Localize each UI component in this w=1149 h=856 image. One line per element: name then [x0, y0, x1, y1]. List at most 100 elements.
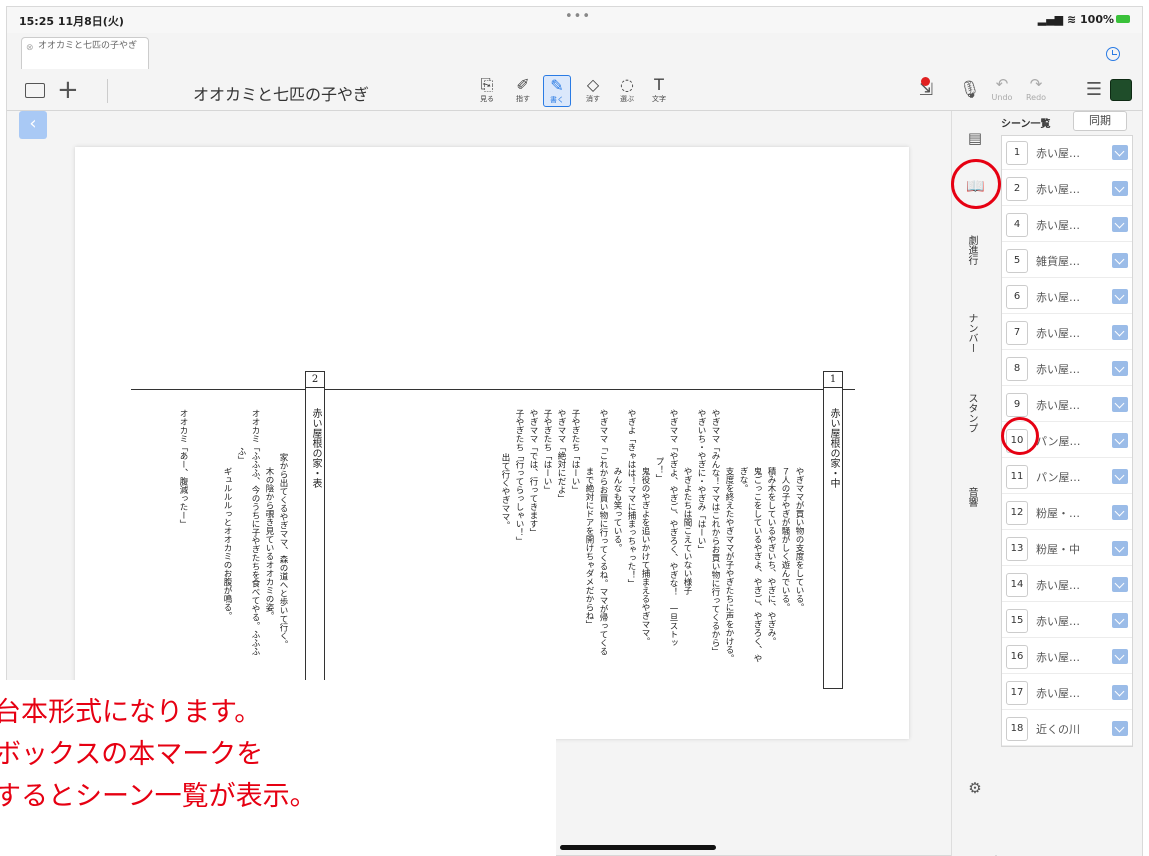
script-line: 子やぎたち「はーい」 [570, 409, 580, 494]
script-line: オオカミ「あー、腹減ったー」 [178, 409, 188, 528]
script-line: 支度を終えたやぎママが子やぎたちに声をかける。 [724, 467, 734, 663]
script-line: ７人の子やぎが騒がしく遊んでいる。 [780, 467, 790, 612]
annotation-caption: 台本形式になります。 ボックスの本マークを するとシーン一覧が表示。 [0, 680, 556, 856]
scene-number-badge: 2 [1006, 177, 1028, 201]
script-line: やぎママが買い物の支度をしている。 [794, 467, 804, 612]
scene-name: 赤い屋… [1036, 291, 1080, 304]
tool-view[interactable]: ⎘ 見る [473, 75, 501, 107]
scene-name: 雑貨屋… [1036, 255, 1080, 268]
settings-icon[interactable]: ⚙ [966, 779, 984, 797]
script-page[interactable]: 1 赤い屋根の家・中 2 赤い屋根の家・表 やぎママが買い物の支度をしている。 … [75, 147, 909, 739]
chevron-down-icon[interactable] [1112, 181, 1128, 196]
scene-list-item[interactable]: 8 赤い屋… [1002, 352, 1132, 386]
status-signal: ▂▄▆ ≋ 100% [1037, 13, 1114, 26]
script-line: やぎママ「では、行ってきます」 [528, 409, 538, 537]
scene-list-item[interactable]: 7 赤い屋… [1002, 316, 1132, 350]
history-clock-icon[interactable] [1106, 47, 1120, 61]
chevron-down-icon[interactable] [1112, 721, 1128, 736]
user-avatar[interactable] [1110, 79, 1132, 101]
pen-icon: ✎ [550, 76, 564, 95]
menu-icon[interactable]: ☰ [1086, 79, 1102, 100]
scene-list-item[interactable]: 6 赤い屋… [1002, 280, 1132, 314]
folder-icon[interactable] [25, 83, 45, 98]
redo-icon: ↷ [1029, 75, 1043, 93]
chevron-down-icon[interactable] [1112, 541, 1128, 556]
side-tab-sound[interactable]: 音響 [964, 487, 979, 507]
chevron-down-icon[interactable] [1112, 145, 1128, 160]
chevron-down-icon[interactable] [1112, 469, 1128, 484]
redo-button[interactable]: ↷ Redo [1021, 75, 1051, 103]
script-line: 鬼役のやぎよを追いかけて捕まえるやぎママ。 [640, 467, 650, 646]
settings-panel-icon[interactable]: ▤ [966, 129, 984, 147]
scene-list-item[interactable]: 16 赤い屋… [1002, 640, 1132, 674]
chevron-down-icon[interactable] [1112, 361, 1128, 376]
tool-text[interactable]: T 文字 [645, 75, 673, 107]
scene-name: 赤い屋… [1036, 147, 1080, 160]
chevron-down-icon[interactable] [1112, 577, 1128, 592]
scene-list-item[interactable]: 17 赤い屋… [1002, 676, 1132, 710]
scene-list-item[interactable]: 11 パン屋… [1002, 460, 1132, 494]
scene-list-item[interactable]: 14 赤い屋… [1002, 568, 1132, 602]
sync-button[interactable]: 同期 [1073, 111, 1127, 131]
chevron-down-icon[interactable] [1112, 253, 1128, 268]
chevron-down-icon[interactable] [1112, 325, 1128, 340]
microphone-icon[interactable]: 🎙 [959, 79, 981, 101]
chevron-down-icon[interactable] [1112, 505, 1128, 520]
side-tab-number[interactable]: ナンバー [964, 313, 979, 353]
scene-list-item[interactable]: 18 近くの川 [1002, 712, 1132, 746]
add-icon[interactable]: + [57, 75, 79, 105]
scene-number: 1 [824, 372, 842, 388]
scene-number-badge: 12 [1006, 501, 1028, 525]
tool-select[interactable]: ◌ 選ぶ [613, 75, 641, 107]
scene-name: 赤い屋… [1036, 219, 1080, 232]
scene-list-panel: シーン一覧 同期 1 赤い屋… 2 赤い屋… 4 赤い屋… 5 雑貨屋… 6 赤い屋… 7 赤い屋… 8… [997, 111, 1142, 856]
export-icon[interactable]: ⇲ [919, 77, 933, 101]
undo-button[interactable]: ↶ Undo [987, 75, 1017, 103]
script-line: やぎよ「きゃはは！ママに捕まっちゃった！」 [626, 409, 636, 588]
scene-list-item[interactable]: 13 粉屋・中 [1002, 532, 1132, 566]
scene-list-item[interactable]: 1 赤い屋… [1002, 136, 1132, 170]
chevron-down-icon[interactable] [1112, 289, 1128, 304]
scene-list-item[interactable]: 4 赤い屋… [1002, 208, 1132, 242]
scene-number-badge: 11 [1006, 465, 1028, 489]
chevron-down-icon[interactable] [1112, 613, 1128, 628]
scene-list-item[interactable]: 2 赤い屋… [1002, 172, 1132, 206]
document-tab[interactable]: ⊗ オオカミと七匹の子やぎ [21, 37, 149, 69]
scene-list-item[interactable]: 15 赤い屋… [1002, 604, 1132, 638]
chevron-down-icon[interactable] [1112, 397, 1128, 412]
document-title: オオカミと七匹の子やぎ [193, 85, 370, 104]
chevron-down-icon[interactable] [1112, 217, 1128, 232]
scene-name: 赤い屋… [1036, 363, 1080, 376]
scene-heading-1: 1 赤い屋根の家・中 [823, 371, 843, 689]
scene-number-badge: 18 [1006, 717, 1028, 741]
script-line: 子やぎたち「はーい」 [542, 409, 552, 494]
view-icon: ⎘ [480, 75, 494, 94]
tool-erase[interactable]: ◇ 消す [579, 75, 607, 107]
tool-point[interactable]: ✐ 指す [509, 75, 537, 107]
multitask-dots[interactable]: ••• [565, 9, 591, 24]
scene-number-badge: 7 [1006, 321, 1028, 345]
scene-number-badge: 1 [1006, 141, 1028, 165]
script-line: ギュルルルっとオオカミのお腹が鳴る。 [222, 467, 232, 620]
scene-name: 赤い屋… [1036, 399, 1080, 412]
script-line: オオカミ「ふふふ、今のうちに子やぎたちを食べてやる。ふふふ [250, 409, 260, 656]
scene-list-item[interactable]: 5 雑貨屋… [1002, 244, 1132, 278]
side-tab-progress[interactable]: 劇進行 [964, 235, 979, 265]
main-toolbar: + オオカミと七匹の子やぎ ⎘ 見る ✐ 指す ✎ 書く ◇ 消す ◌ 選ぶ T 文字 ⇲ … [7, 71, 1142, 111]
scene-name: 赤い屋… [1036, 615, 1080, 628]
side-tab-stamp[interactable]: スタンプ [964, 393, 979, 433]
script-line: 家から出てくるやぎママ、森の道へと歩いて行く。 [278, 453, 288, 649]
scene-number-badge: 15 [1006, 609, 1028, 633]
scene-list-item[interactable]: 12 粉屋・… [1002, 496, 1132, 530]
close-tab-icon[interactable]: ⊗ [26, 43, 34, 54]
toolbar-divider [107, 79, 108, 103]
document-tab-bar: ⊗ オオカミと七匹の子やぎ [7, 33, 1142, 71]
tool-write[interactable]: ✎ 書く [543, 75, 571, 107]
back-button[interactable]: ‹ [19, 111, 47, 139]
chevron-down-icon[interactable] [1112, 649, 1128, 664]
script-line: 木の陰から覗き見ているオオカミの姿。 [264, 467, 274, 620]
chevron-down-icon[interactable] [1112, 685, 1128, 700]
script-line: みんなも笑っている。 [612, 467, 622, 552]
chevron-down-icon[interactable] [1112, 433, 1128, 448]
script-line: やぎママ「絶対にだよ」 [556, 409, 566, 503]
